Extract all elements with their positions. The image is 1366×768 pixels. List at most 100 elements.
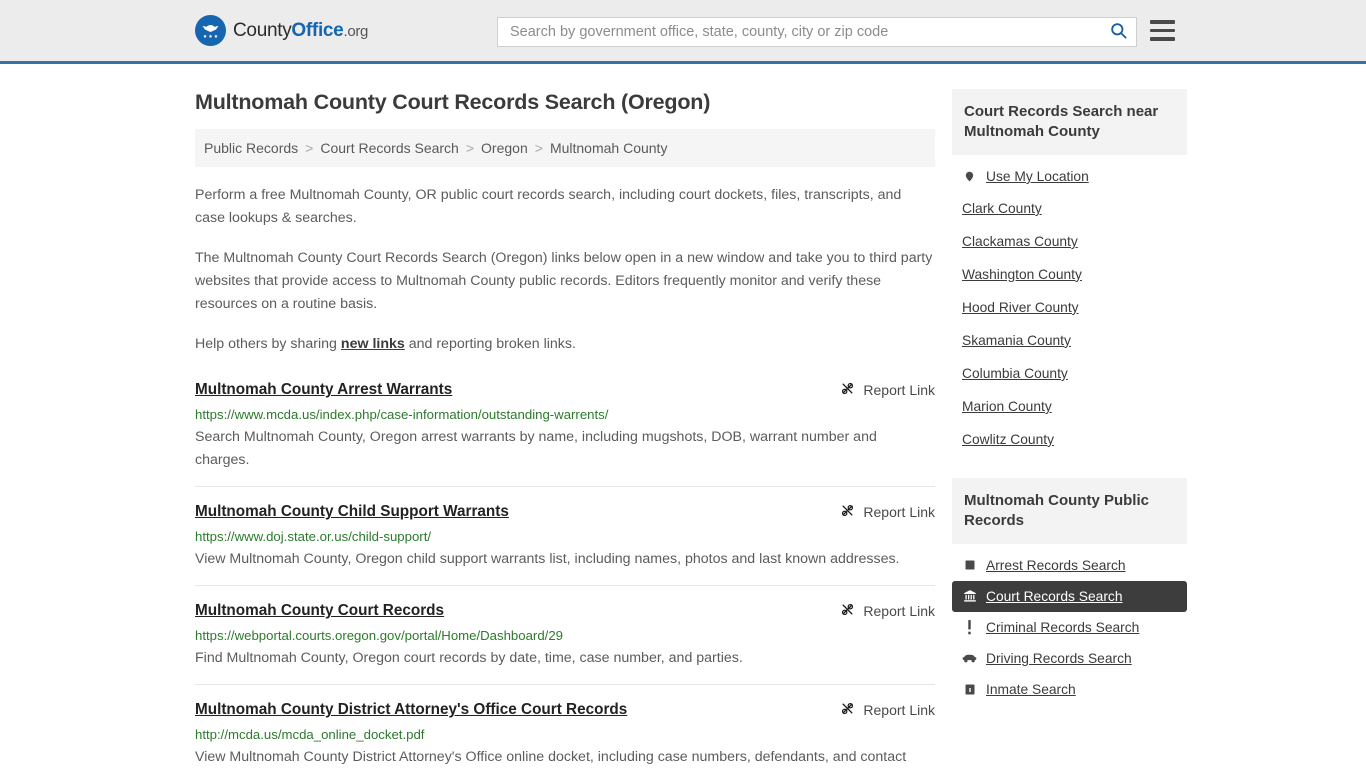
result-header: Multnomah County Court Records Report Li…	[195, 601, 935, 621]
logo-tld-text: .org	[343, 22, 369, 40]
report-link-button[interactable]: Report Link	[840, 601, 935, 620]
public-records-list: Arrest Records Search Court Records Sear…	[952, 544, 1187, 705]
intro-paragraph-3: Help others by sharing new links and rep…	[195, 333, 935, 356]
breadcrumb-separator: >	[305, 140, 314, 156]
nearby-county-item[interactable]: Columbia County	[952, 357, 1187, 390]
breadcrumb: Public Records > Court Records Search > …	[195, 129, 935, 167]
nearby-county-item[interactable]: Clackamas County	[952, 225, 1187, 258]
report-link-label: Report Link	[863, 603, 935, 620]
breadcrumb-separator: >	[534, 140, 543, 156]
logo-wordmark: CountyOffice.org	[233, 20, 368, 42]
county-link-columbia[interactable]: Columbia County	[962, 366, 1068, 381]
result-header: Multnomah County Child Support Warrants …	[195, 502, 935, 522]
courthouse-icon	[962, 589, 977, 603]
result-title-link[interactable]: Multnomah County District Attorney's Off…	[195, 700, 627, 720]
county-link-skamania[interactable]: Skamania County	[962, 333, 1071, 348]
result-item: Multnomah County Arrest Warrants Report …	[195, 378, 935, 488]
site-logo[interactable]: CountyOffice.org	[195, 15, 368, 46]
result-title-link[interactable]: Multnomah County Arrest Warrants	[195, 380, 452, 400]
nearby-counties-panel: Court Records Search near Multnomah Coun…	[952, 89, 1187, 456]
logo-county-text: County	[233, 19, 292, 41]
sidebar-item-driving-records[interactable]: Driving Records Search	[952, 643, 1187, 674]
court-records-link[interactable]: Court Records Search	[986, 589, 1123, 604]
county-link-clackamas[interactable]: Clackamas County	[962, 234, 1078, 249]
driving-records-link[interactable]: Driving Records Search	[986, 651, 1132, 666]
county-link-cowlitz[interactable]: Cowlitz County	[962, 432, 1054, 447]
inmate-icon	[962, 683, 977, 696]
report-link-button[interactable]: Report Link	[840, 502, 935, 521]
county-link-clark[interactable]: Clark County	[962, 201, 1042, 216]
search-input[interactable]	[498, 18, 1100, 46]
breadcrumb-item-oregon[interactable]: Oregon	[481, 140, 528, 156]
nearby-county-item[interactable]: Cowlitz County	[952, 423, 1187, 456]
search-icon	[1109, 21, 1128, 43]
county-link-washington[interactable]: Washington County	[962, 267, 1082, 282]
report-link-label: Report Link	[863, 382, 935, 398]
result-header: Multnomah County Arrest Warrants Report …	[195, 380, 935, 400]
sidebar-item-inmate-search[interactable]: Inmate Search	[952, 674, 1187, 705]
sidebar-item-court-records[interactable]: Court Records Search	[952, 580, 1187, 612]
county-link-marion[interactable]: Marion County	[962, 399, 1052, 414]
results-list: Multnomah County Arrest Warrants Report …	[195, 378, 935, 768]
result-url: https://www.doj.state.or.us/child-suppor…	[195, 528, 432, 544]
breadcrumb-separator: >	[465, 140, 475, 156]
nearby-panel-heading: Court Records Search near Multnomah Coun…	[952, 89, 1187, 155]
hamburger-bar	[1150, 37, 1175, 41]
new-links-link[interactable]: new links	[341, 336, 405, 352]
eagle-emblem-icon	[195, 15, 226, 46]
broken-link-icon	[840, 503, 855, 521]
result-url: https://www.mcda.us/index.php/case-infor…	[195, 406, 609, 422]
page-container: Multnomah County Court Records Search (O…	[0, 64, 1366, 768]
sidebar-item-arrest-records[interactable]: Arrest Records Search	[952, 550, 1187, 581]
result-description: View Multnomah County, Oregon child supp…	[195, 551, 900, 568]
result-item: Multnomah County District Attorney's Off…	[195, 700, 935, 768]
intro-paragraph-2: The Multnomah County Court Records Searc…	[195, 250, 933, 312]
nearby-county-item[interactable]: Clark County	[952, 192, 1187, 225]
broken-link-icon	[840, 602, 855, 620]
search-bar	[497, 17, 1137, 47]
nearby-county-item[interactable]: Marion County	[952, 390, 1187, 423]
use-my-location-link[interactable]: Use My Location	[986, 169, 1089, 184]
nearby-county-item[interactable]: Washington County	[952, 258, 1187, 291]
site-header: CountyOffice.org	[0, 0, 1366, 64]
result-url: https://webportal.courts.oregon.gov/port…	[195, 627, 563, 643]
search-button[interactable]	[1100, 18, 1136, 46]
result-title-link[interactable]: Multnomah County Child Support Warrants	[195, 502, 509, 522]
page-title: Multnomah County Court Records Search (O…	[195, 90, 711, 114]
logo-office-text: Office	[291, 19, 344, 41]
hamburger-bar	[1150, 28, 1175, 32]
nearby-county-item[interactable]: Skamania County	[952, 324, 1187, 357]
result-title-link[interactable]: Multnomah County Court Records	[195, 601, 444, 621]
report-link-button[interactable]: Report Link	[840, 700, 935, 719]
result-description: Search Multnomah County, Oregon arrest w…	[195, 429, 877, 469]
use-my-location-item[interactable]: Use My Location	[952, 161, 1187, 192]
breadcrumb-item-court-records-search[interactable]: Court Records Search	[320, 140, 459, 156]
breadcrumb-item-multnomah-county[interactable]: Multnomah County	[550, 140, 668, 156]
report-link-button[interactable]: Report Link	[840, 380, 935, 399]
arrest-records-link[interactable]: Arrest Records Search	[986, 558, 1126, 573]
result-description: View Multnomah County District Attorney'…	[195, 749, 907, 766]
inmate-search-link[interactable]: Inmate Search	[986, 682, 1076, 697]
sidebar-item-criminal-records[interactable]: Criminal Records Search	[952, 612, 1187, 643]
intro-text-before: Help others by sharing	[195, 336, 341, 352]
result-item: Multnomah County Child Support Warrants …	[195, 502, 935, 587]
hamburger-menu-icon[interactable]	[1150, 20, 1175, 41]
report-link-label: Report Link	[863, 504, 935, 521]
county-link-hood-river[interactable]: Hood River County	[962, 300, 1079, 315]
broken-link-icon	[840, 381, 855, 399]
intro-text-after: and reporting broken links.	[404, 336, 576, 352]
map-pin-icon	[962, 169, 977, 184]
result-url: http://mcda.us/mcda_online_docket.pdf	[195, 726, 425, 742]
public-records-panel: Multnomah County Public Records Arrest R…	[952, 477, 1187, 705]
criminal-records-link[interactable]: Criminal Records Search	[986, 620, 1139, 635]
result-item: Multnomah County Court Records Report Li…	[195, 601, 935, 686]
breadcrumb-item-public-records[interactable]: Public Records	[204, 140, 298, 156]
intro-text: Perform a free Multnomah County, OR publ…	[195, 184, 935, 356]
nearby-county-item[interactable]: Hood River County	[952, 291, 1187, 324]
broken-link-icon	[840, 701, 855, 719]
car-icon	[962, 653, 977, 664]
exclamation-icon	[962, 619, 977, 635]
nearby-counties-list: Use My Location Clark County Clackamas C…	[952, 155, 1187, 456]
sidebar: Court Records Search near Multnomah Coun…	[952, 64, 1187, 727]
result-header: Multnomah County District Attorney's Off…	[195, 700, 935, 720]
